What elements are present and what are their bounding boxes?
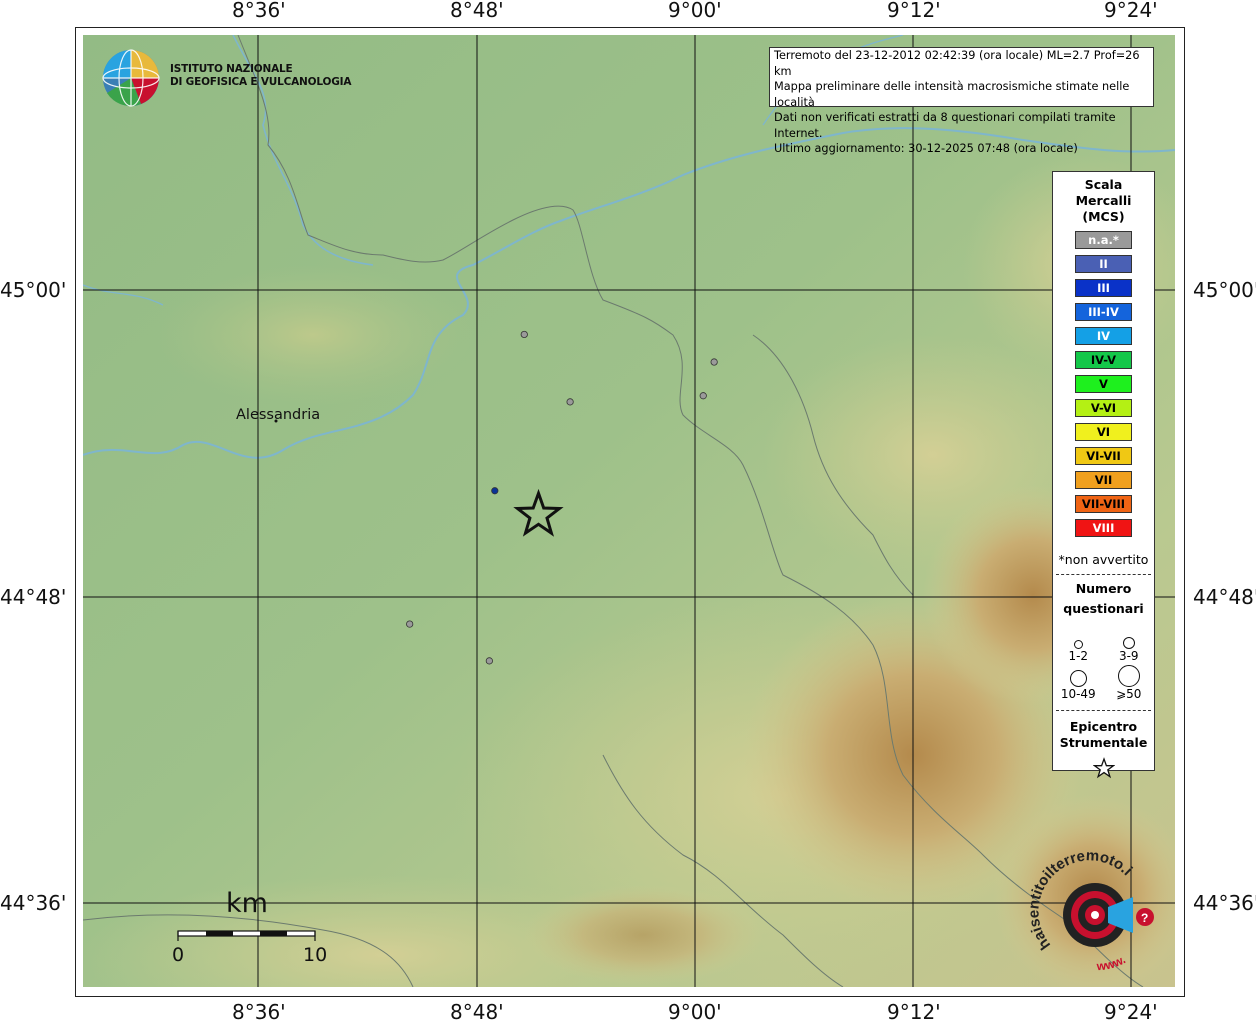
epicenter-star-icon — [1092, 757, 1115, 779]
intensity-swatch: VII-VIII — [1075, 495, 1132, 513]
epicenter-title-line: Strumentale — [1059, 735, 1148, 750]
svg-text:?: ? — [1141, 911, 1148, 925]
questionnaire-title: Numero questionari — [1053, 579, 1154, 619]
questionnaire-sizes: 1-2 3-9 10-49 ⩾50 — [1053, 625, 1154, 701]
intensity-swatch: III-IV — [1075, 303, 1132, 321]
hill-shade — [153, 265, 473, 405]
size-circle-icon — [1073, 640, 1083, 649]
intensity-swatch: IV — [1075, 327, 1132, 345]
info-line: Dati non verificati estratti da 8 questi… — [774, 111, 1116, 140]
intensity-point[interactable] — [520, 330, 528, 339]
info-line: Mappa preliminare delle intensità macros… — [774, 80, 1130, 109]
legend-note: *non avvertito — [1058, 552, 1149, 567]
lat-tick-right: 45°00' — [1193, 278, 1256, 302]
size-label: 3-9 — [1118, 649, 1139, 663]
lon-tick-bottom: 9°12' — [887, 1000, 941, 1024]
intensity-swatch: n.a.* — [1075, 231, 1132, 249]
ingv-logo-text: ISTITUTO NAZIONALE DI GEOFISICA E VULCAN… — [170, 63, 351, 89]
lon-tick-top: 9°00' — [668, 0, 722, 22]
info-line: Ultimo aggiornamento: 30-12-2025 07:48 (… — [774, 142, 1078, 155]
lon-tick-bottom: 8°36' — [232, 1000, 286, 1024]
lon-tick-top: 8°48' — [450, 0, 504, 22]
legend-title-line: Mercalli — [1075, 193, 1132, 208]
legend-title: Scala Mercalli (MCS) — [1053, 177, 1154, 225]
lon-tick-top: 9°24' — [1104, 0, 1158, 22]
lon-tick-bottom: 9°00' — [668, 1000, 722, 1024]
intensity-swatch: VII — [1075, 471, 1132, 489]
lon-tick-top: 9°12' — [887, 0, 941, 22]
size-label: 1-2 — [1068, 649, 1089, 663]
ingv-logo-icon — [102, 49, 160, 107]
city-label: Alessandria — [236, 407, 321, 423]
size-item: 10-49 — [1053, 663, 1104, 701]
intensity-swatch: IV-V — [1075, 351, 1132, 369]
lat-tick-right: 44°48' — [1193, 585, 1256, 609]
scale-max: 10 — [303, 944, 328, 966]
size-circle-icon — [1069, 670, 1087, 687]
lon-tick-bottom: 8°48' — [450, 1000, 504, 1024]
questionnaire-title-line: questionari — [1063, 601, 1144, 616]
size-label: 10-49 — [1060, 687, 1096, 701]
logo-line: ISTITUTO NAZIONALE — [170, 63, 293, 75]
size-item: ⩾50 — [1104, 663, 1155, 701]
intensity-point[interactable] — [485, 657, 493, 665]
intensity-point[interactable] — [491, 487, 499, 495]
size-circle-icon — [1117, 665, 1140, 687]
intensity-swatch: VI — [1075, 423, 1132, 441]
lat-tick-left: 44°48' — [0, 585, 67, 609]
size-item: 1-2 — [1053, 625, 1104, 663]
logo-line: DI GEOFISICA E VULCANOLOGIA — [170, 76, 352, 88]
lat-tick-left: 44°36' — [0, 891, 67, 915]
relief-map[interactable]: ? haisentitoilterremoto.it www. — [83, 35, 1175, 987]
legend-divider — [1056, 574, 1151, 575]
intensity-swatches: n.a.* II III III-IV IV IV-V V V-VI VI VI-VII VII VI… — [1053, 231, 1154, 537]
intensity-point[interactable] — [699, 392, 707, 400]
earthquake-info-box: Terremoto del 23-12-2012 02:42:39 (ora l… — [769, 47, 1154, 155]
size-circle-icon — [1122, 637, 1135, 649]
scale-unit: km — [226, 888, 268, 919]
lat-tick-right: 44°36' — [1193, 891, 1256, 915]
legend-title-line: (MCS) — [1082, 209, 1125, 224]
questionnaire-title-line: Numero — [1075, 581, 1132, 596]
intensity-swatch: II — [1075, 255, 1132, 273]
mountain-shade — [523, 885, 763, 985]
epicenter-title: Epicentro Strumentale — [1053, 719, 1154, 751]
legend-divider — [1056, 710, 1151, 711]
intensity-point[interactable] — [406, 620, 414, 628]
scale-min: 0 — [172, 944, 185, 966]
intensity-swatch: VI-VII — [1075, 447, 1132, 465]
intensity-swatch: V — [1075, 375, 1132, 393]
intensity-point[interactable] — [566, 398, 574, 406]
mcs-legend: Scala Mercalli (MCS) n.a.* II III III-IV IV I… — [1052, 171, 1155, 779]
lon-tick-bottom: 9°24' — [1104, 1000, 1158, 1024]
lat-tick-left: 45°00' — [0, 278, 67, 302]
epicenter-title-line: Epicentro — [1069, 719, 1138, 734]
intensity-point[interactable] — [710, 358, 718, 366]
intensity-swatch: V-VI — [1075, 399, 1132, 417]
intensity-swatch: III — [1075, 279, 1132, 297]
intensity-swatch: VIII — [1075, 519, 1132, 537]
size-label: ⩾50 — [1116, 687, 1142, 701]
info-line: Terremoto del 23-12-2012 02:42:39 (ora l… — [774, 49, 1140, 78]
size-item: 3-9 — [1104, 625, 1155, 663]
legend-title-line: Scala — [1084, 177, 1123, 192]
lon-tick-top: 8°36' — [232, 0, 286, 22]
